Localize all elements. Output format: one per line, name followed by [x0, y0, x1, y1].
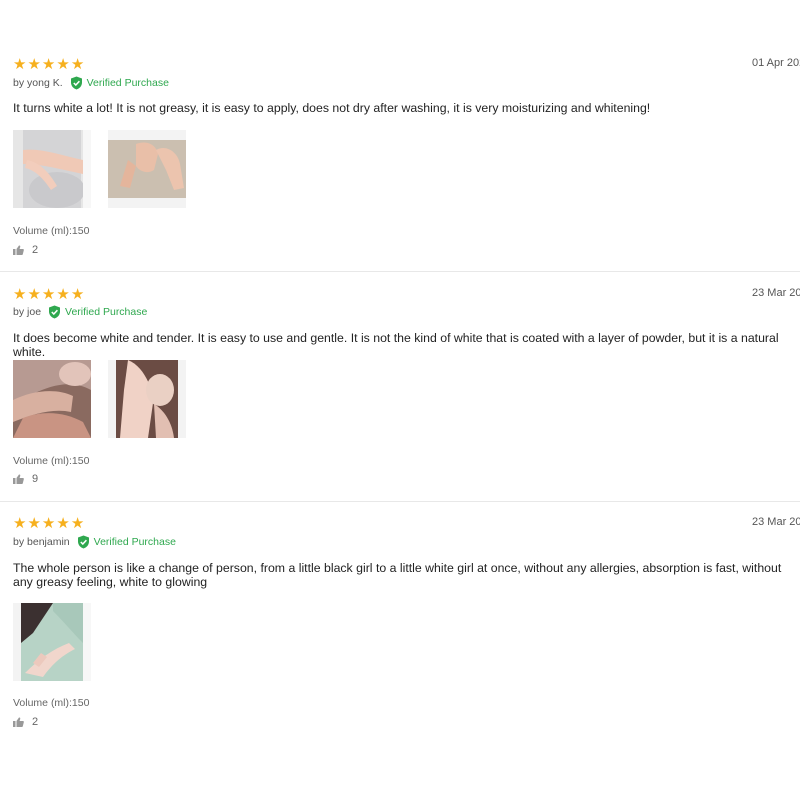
star-icon: ★ [70, 286, 85, 303]
star-icon: ★ [13, 56, 27, 73]
product-variant: Volume (ml):150 [13, 455, 90, 467]
helpful-button[interactable]: 2 [13, 716, 38, 728]
review-text: It does become white and tender. It is e… [13, 331, 779, 359]
review-author[interactable]: yong K. [27, 77, 63, 89]
verified-purchase-badge: Verified Purchase [93, 536, 176, 548]
review-byline: by benjamin Verified Purchase [13, 535, 176, 549]
review-photo[interactable] [13, 130, 91, 208]
star-rating: ★ ★ ★ ★ ★ [13, 56, 85, 73]
thumbs-up-icon [13, 474, 24, 484]
star-rating: ★ ★ ★ ★ ★ [13, 286, 85, 303]
by-prefix: by [13, 77, 25, 89]
by-prefix: by [13, 306, 25, 318]
star-icon: ★ [70, 56, 85, 73]
shield-check-icon [77, 535, 90, 549]
star-icon: ★ [56, 56, 70, 73]
product-variant: Volume (ml):150 [13, 697, 90, 709]
star-icon: ★ [56, 515, 70, 532]
star-icon: ★ [27, 286, 41, 303]
helpful-button[interactable]: 9 [13, 473, 38, 485]
star-icon: ★ [41, 286, 56, 303]
shield-check-icon [70, 76, 83, 90]
verified-purchase-badge: Verified Purchase [86, 77, 169, 89]
star-icon: ★ [13, 286, 27, 303]
shield-check-icon [48, 305, 61, 319]
review-photo[interactable] [108, 360, 186, 438]
review-author[interactable]: joe [27, 306, 41, 318]
review-divider [0, 501, 800, 502]
star-icon: ★ [27, 56, 41, 73]
thumbs-up-icon [13, 245, 24, 255]
by-prefix: by [13, 536, 25, 548]
review-date: 23 Mar 2023 [752, 516, 800, 528]
review-text: It turns white a lot! It is not greasy, … [13, 101, 651, 115]
helpful-count: 2 [32, 244, 39, 256]
review-date: 23 Mar 2023 [752, 287, 800, 299]
star-icon: ★ [27, 515, 41, 532]
review-photo[interactable] [108, 130, 186, 208]
helpful-count: 2 [32, 716, 39, 728]
review-byline: by yong K. Verified Purchase [13, 76, 169, 90]
star-rating: ★ ★ ★ ★ ★ [13, 515, 85, 532]
star-icon: ★ [70, 515, 85, 532]
star-icon: ★ [56, 286, 70, 303]
verified-purchase-badge: Verified Purchase [65, 306, 148, 318]
star-icon: ★ [13, 515, 27, 532]
review-photo[interactable] [13, 603, 91, 681]
helpful-button[interactable]: 2 [13, 244, 38, 256]
helpful-count: 9 [32, 473, 39, 485]
star-icon: ★ [41, 515, 56, 532]
review-photo[interactable] [13, 360, 91, 438]
review-text: The whole person is like a change of per… [13, 561, 782, 589]
review-byline: by joe Verified Purchase [13, 305, 147, 319]
review-date: 01 Apr 2023 [752, 57, 800, 69]
product-variant: Volume (ml):150 [13, 225, 90, 237]
thumbs-up-icon [13, 717, 24, 727]
review-divider [0, 271, 800, 272]
review-author[interactable]: benjamin [27, 536, 70, 548]
star-icon: ★ [41, 56, 56, 73]
